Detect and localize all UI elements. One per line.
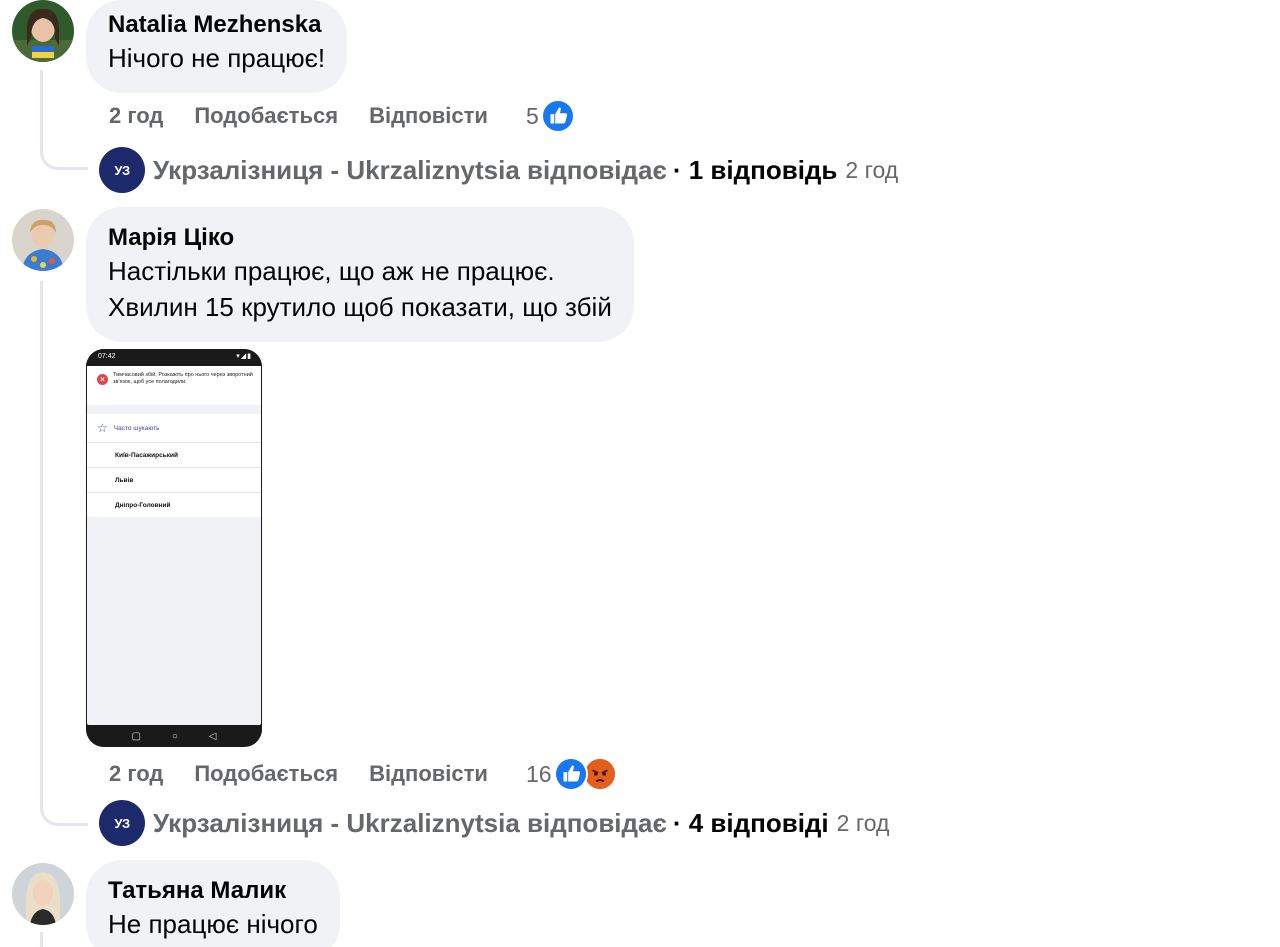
error-banner: × Тимчасовий збій. Розкажіть про нього ч… (87, 366, 261, 405)
replies-summary[interactable]: УЗ Укрзалізниця - Ukrzaliznytsia відпові… (99, 146, 898, 194)
comment-author[interactable]: Марія Ціко (108, 223, 612, 253)
angry-reaction-icon (582, 757, 617, 791)
avatar-mariia[interactable] (12, 209, 74, 271)
comment-text: Нічого не працює! (108, 43, 326, 73)
thread-connector (40, 281, 88, 826)
logo-text: УЗ (114, 815, 130, 831)
comment-actions: 2 год Подобається Відповісти 16 (109, 757, 617, 791)
list-item: Київ-Пасажирський (87, 442, 261, 467)
station-list: Київ-Пасажирський Львів Дніпро-Головний (87, 442, 261, 517)
like-button[interactable]: Подобається (194, 761, 338, 787)
phone-status-bar: 07:42 ▾◢▮ (86, 349, 262, 366)
reply-page-text[interactable]: Укрзалізниця - Ukrzaliznytsia відповідає (153, 808, 667, 839)
reply-time: 2 год (845, 156, 899, 183)
reply-button[interactable]: Відповісти (369, 103, 488, 129)
reply-time: 2 год (836, 809, 890, 836)
phone-nav-bar: ▢ ○ ◁ (86, 725, 262, 747)
reply-page-text[interactable]: Укрзалізниця - Ukrzaliznytsia відповідає (153, 155, 667, 186)
list-item: Дніпро-Головний (87, 492, 261, 517)
reaction-count: 5 (525, 102, 539, 129)
phone-status-time: 07:42 (98, 353, 116, 360)
favorites-title: Часто шукають (113, 424, 160, 432)
triangle-icon: ◁ (208, 730, 217, 742)
reply-button[interactable]: Відповісти (369, 761, 488, 787)
comment-text: Хвилин 15 крутило щоб показати, що збій (108, 292, 612, 322)
comment-author[interactable]: Татьяна Малик (108, 876, 318, 906)
reactions-summary[interactable]: 16 (526, 757, 617, 791)
thread-connector (40, 70, 88, 170)
phone-screen: × Тимчасовий збій. Розкажіть про нього ч… (87, 366, 261, 725)
square-icon: ▢ (131, 730, 141, 742)
comment-author[interactable]: Natalia Mezhenska (108, 10, 325, 40)
comment-time[interactable]: 2 год (109, 761, 163, 787)
signal-battery-icon: ▾◢▮ (236, 353, 252, 360)
reaction-count: 16 (525, 760, 552, 787)
error-icon: × (97, 374, 108, 385)
list-item: Львів (87, 467, 261, 492)
like-reaction-icon (553, 757, 588, 791)
avatar-natalia[interactable] (12, 0, 74, 62)
like-button[interactable]: Подобається (194, 103, 338, 129)
thread-connector (40, 932, 43, 947)
reply-count[interactable]: · 1 відповідь (673, 155, 838, 186)
comment-bubble: Natalia Mezhenska Нічого не працює! (86, 0, 348, 93)
reactions-summary[interactable]: 5 (526, 99, 575, 133)
comment-bubble: Татьяна Малик Не працює нічого (86, 860, 340, 947)
comment-text: Настільки працює, що аж не працює. (108, 256, 555, 286)
reply-count[interactable]: · 4 відповіді (673, 808, 829, 839)
like-reaction-icon (540, 99, 575, 133)
ukrzaliznytsia-logo-icon: УЗ (99, 800, 145, 846)
error-text: Тимчасовий збій. Розкажіть про нього чер… (113, 372, 253, 385)
ukrzaliznytsia-logo-icon: УЗ (99, 147, 145, 193)
star-icon: ☆ (97, 421, 108, 435)
replies-summary[interactable]: УЗ Укрзалізниця - Ukrzaliznytsia відпові… (99, 799, 889, 847)
comment-bubble: Марія Ціко Настільки працює, що аж не пр… (86, 207, 634, 342)
comment-time[interactable]: 2 год (109, 103, 163, 129)
logo-text: УЗ (114, 162, 130, 178)
circle-icon: ○ (171, 730, 178, 742)
comment-actions: 2 год Подобається Відповісти 5 (109, 99, 575, 133)
comment-attachment-image[interactable]: 07:42 ▾◢▮ × Тимчасовий збій. Розкажіть п… (86, 349, 262, 747)
avatar-tatiana[interactable] (12, 863, 74, 925)
comment-text: Не працює нічого (108, 909, 318, 939)
favorites-header: ☆ Часто шукають (87, 414, 261, 442)
